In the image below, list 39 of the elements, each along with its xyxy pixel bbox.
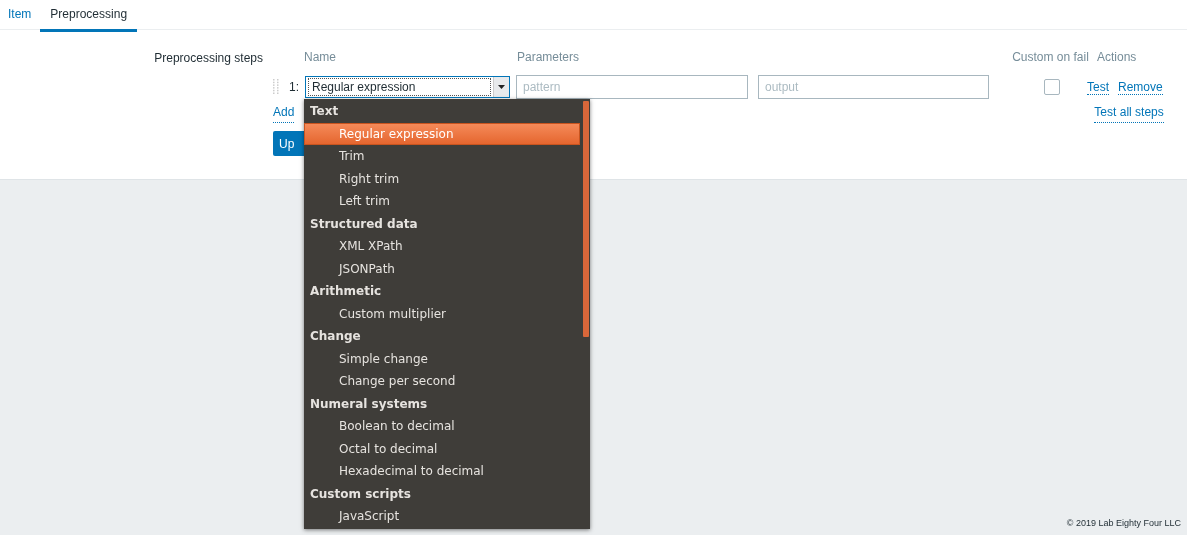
dropdown-option[interactable]: Change per second (304, 370, 580, 393)
dropdown-option[interactable]: XML XPath (304, 235, 580, 258)
checkbox[interactable] (1044, 79, 1060, 95)
option-group-label: Text (309, 103, 340, 120)
dropdown-option[interactable]: JSONPath (304, 257, 580, 280)
action-link[interactable]: Test (1087, 79, 1109, 95)
caret-icon (498, 85, 505, 89)
tab[interactable]: Preprocessing (40, 0, 138, 32)
parameter-field[interactable]: output (758, 75, 989, 99)
option-group-label: Numeral systems (309, 395, 429, 413)
column-header: Name (304, 50, 337, 64)
parameter-field[interactable]: pattern (516, 75, 748, 99)
dropdown-option[interactable]: Simple change (304, 347, 580, 370)
update-button[interactable]: Up (273, 131, 304, 156)
step-type-select[interactable]: Regular expression (305, 76, 510, 98)
dropdown-option[interactable]: Right trim (304, 167, 580, 190)
option-group-label: Change (309, 328, 362, 345)
option-group-label: Structured data (309, 215, 419, 233)
action-link[interactable]: Remove (1118, 79, 1163, 95)
dropdown-option[interactable]: Left trim (304, 190, 580, 213)
test-all-steps-link[interactable]: Test all steps (1094, 105, 1164, 123)
add-link[interactable]: Add (273, 105, 295, 123)
step-number: 1: (289, 80, 300, 94)
copyright-text: © 2019 Lab Eighty Four LLC (1066, 518, 1181, 528)
column-header: Parameters (517, 50, 581, 64)
tab[interactable]: Item (0, 0, 40, 32)
drag-handle-icon[interactable] (273, 79, 279, 95)
column-header: Custom on fail (1011, 50, 1090, 64)
option-group-label: Arithmetic (309, 283, 383, 300)
dropdown-option[interactable]: Trim (304, 145, 580, 168)
dropdown-option[interactable]: JavaScript (304, 505, 580, 528)
dropdown-option[interactable]: Octal to decimal (304, 437, 580, 460)
dropdown-option[interactable]: Hexadecimal to decimal (304, 460, 580, 483)
column-header: Actions (1097, 50, 1137, 64)
field-label: Preprocessing steps (153, 50, 263, 67)
dropdown-option[interactable]: Custom multiplier (304, 302, 580, 325)
option-group-label: Custom scripts (309, 485, 412, 503)
scrollbar-thumb[interactable] (583, 101, 589, 337)
dropdown-option[interactable]: Boolean to decimal (304, 415, 580, 438)
